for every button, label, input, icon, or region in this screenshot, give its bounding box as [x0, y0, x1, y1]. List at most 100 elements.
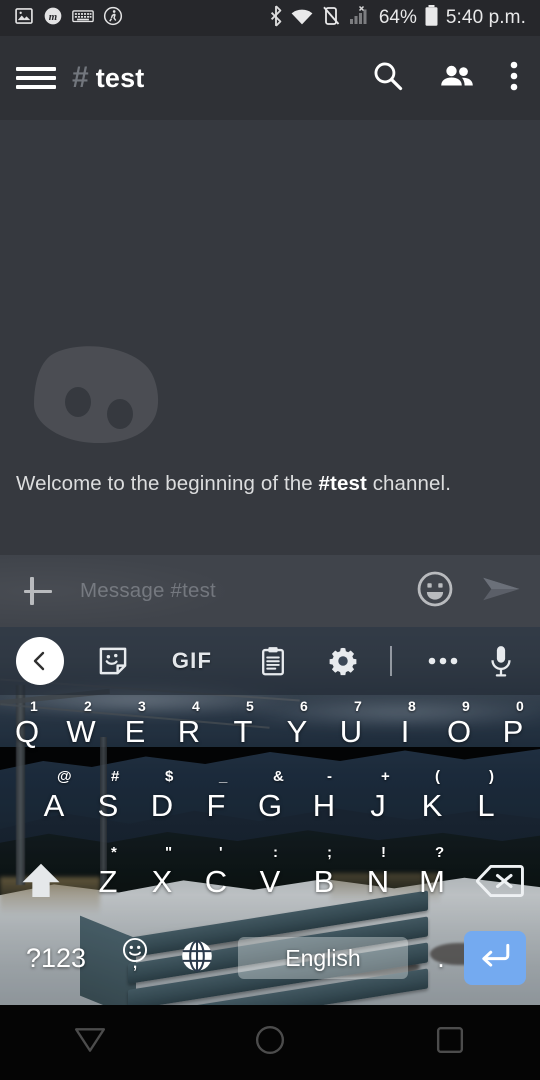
key-U[interactable]: 7U — [324, 695, 378, 767]
key-hint: 1 — [30, 698, 38, 714]
nav-home-button[interactable] — [180, 1025, 360, 1060]
overflow-menu-icon[interactable] — [510, 60, 518, 97]
nav-recents-button[interactable] — [360, 1026, 540, 1059]
status-bar-notification-icons: m — [14, 6, 123, 31]
key-Y[interactable]: 6Y — [270, 695, 324, 767]
key-hint: 8 — [408, 698, 416, 714]
shift-key[interactable] — [0, 843, 81, 919]
settings-gear-icon[interactable] — [320, 638, 366, 684]
discord-logo-watermark — [16, 342, 176, 452]
key-D[interactable]: $ D — [135, 767, 189, 843]
keyboard-row-1: 1Q 2W 3E 4R 5T 6Y 7U 8I 9O 0P — [0, 695, 540, 767]
key-O[interactable]: 9O — [432, 695, 486, 767]
plus-icon[interactable] — [18, 571, 58, 611]
key-hint: ' — [219, 844, 223, 861]
period-key[interactable]: . — [418, 943, 464, 974]
members-icon[interactable] — [440, 63, 474, 94]
key-hint: 2 — [84, 698, 92, 714]
key-R[interactable]: 4R — [162, 695, 216, 767]
key-label: H — [312, 787, 336, 823]
key-label: E — [124, 713, 146, 749]
key-E[interactable]: 3E — [108, 695, 162, 767]
key-hint: ) — [489, 768, 494, 785]
hash-symbol: # — [72, 61, 89, 94]
nav-back-button[interactable] — [0, 1026, 180, 1059]
welcome-suffix: channel. — [366, 472, 452, 495]
app-bar: # test — [0, 36, 540, 120]
key-B[interactable]: ; B — [297, 843, 351, 919]
vibrate-off-icon — [321, 5, 341, 32]
key-hint: 6 — [300, 698, 308, 714]
key-K[interactable]: (K — [405, 767, 459, 843]
key-M[interactable]: ? M — [405, 843, 459, 919]
key-S[interactable]: # S — [81, 767, 135, 843]
key-F[interactable]: _ F — [189, 767, 243, 843]
key-hint: * — [111, 844, 117, 861]
message-input-placeholder[interactable]: Message #test — [80, 579, 216, 603]
emoji-key[interactable]: , — [104, 937, 166, 980]
key-H[interactable]: -H — [297, 767, 351, 843]
phone-screen: m 64% 5:40 p.m. # test Welcome to the be… — [0, 0, 540, 1080]
key-N[interactable]: ! N — [351, 843, 405, 919]
key-V[interactable]: :V — [243, 843, 297, 919]
key-hint: : — [273, 844, 278, 861]
app-bar-actions — [372, 60, 524, 97]
svg-text:m: m — [49, 10, 57, 22]
key-T[interactable]: 5T — [216, 695, 270, 767]
chat-message-area: Welcome to the beginning of the #test ch… — [0, 120, 540, 555]
key-hint: 5 — [246, 698, 254, 714]
space-key[interactable]: English — [238, 937, 408, 979]
gif-button[interactable]: GIF — [156, 638, 228, 684]
wifi-icon — [290, 6, 314, 31]
key-hint: " — [165, 844, 173, 861]
back-arrow-button[interactable] — [16, 637, 64, 685]
key-Q[interactable]: 1Q — [0, 695, 54, 767]
keyboard-row-2: @ A # S $ D _ F & G -H + J (K ) L — [0, 767, 540, 843]
key-A[interactable]: @ A — [27, 767, 81, 843]
more-options-icon[interactable] — [420, 638, 466, 684]
symbols-key[interactable]: ?123 — [8, 943, 104, 974]
key-I[interactable]: 8I — [378, 695, 432, 767]
send-icon[interactable] — [482, 574, 522, 609]
key-W[interactable]: 2W — [54, 695, 108, 767]
status-bar: m 64% 5:40 p.m. — [0, 0, 540, 36]
enter-key[interactable] — [464, 931, 526, 985]
channel-title[interactable]: # test — [72, 63, 145, 93]
backspace-key[interactable] — [459, 843, 540, 919]
key-hint: # — [111, 768, 120, 785]
welcome-channel-mention: #test — [318, 472, 367, 495]
key-label: U — [339, 713, 363, 749]
key-hint: 7 — [354, 698, 362, 714]
key-label: B — [313, 863, 335, 899]
globe-language-icon — [180, 939, 214, 978]
clipboard-icon[interactable] — [250, 638, 296, 684]
space-language-label: English — [285, 944, 361, 971]
toolbar-divider — [390, 646, 392, 676]
key-hint: 3 — [138, 698, 146, 714]
key-G[interactable]: & G — [243, 767, 297, 843]
key-hint: ? — [435, 844, 445, 861]
key-J[interactable]: + J — [351, 767, 405, 843]
emoji-smiley-icon[interactable] — [416, 570, 454, 613]
key-hint: - — [327, 768, 332, 785]
key-L[interactable]: ) L — [459, 767, 513, 843]
key-X[interactable]: " X — [135, 843, 189, 919]
key-label: K — [421, 787, 443, 823]
key-label: G — [257, 787, 283, 823]
sticker-icon[interactable] — [90, 638, 136, 684]
key-label: L — [477, 787, 495, 823]
search-icon[interactable] — [372, 60, 404, 97]
key-Z[interactable]: * Z — [81, 843, 135, 919]
key-label: J — [370, 787, 386, 823]
hamburger-menu-icon[interactable] — [16, 64, 56, 92]
key-P[interactable]: 0P — [486, 695, 540, 767]
key-C[interactable]: ' C — [189, 843, 243, 919]
language-switch-key[interactable] — [166, 939, 228, 978]
message-input-bar: Message #test — [0, 555, 540, 627]
nav-home-circle-icon — [255, 1025, 285, 1060]
gif-label: GIF — [171, 648, 213, 673]
microphone-icon[interactable] — [478, 638, 524, 684]
key-label: C — [204, 863, 228, 899]
key-hint: & — [273, 768, 284, 785]
android-navigation-bar — [0, 1005, 540, 1080]
